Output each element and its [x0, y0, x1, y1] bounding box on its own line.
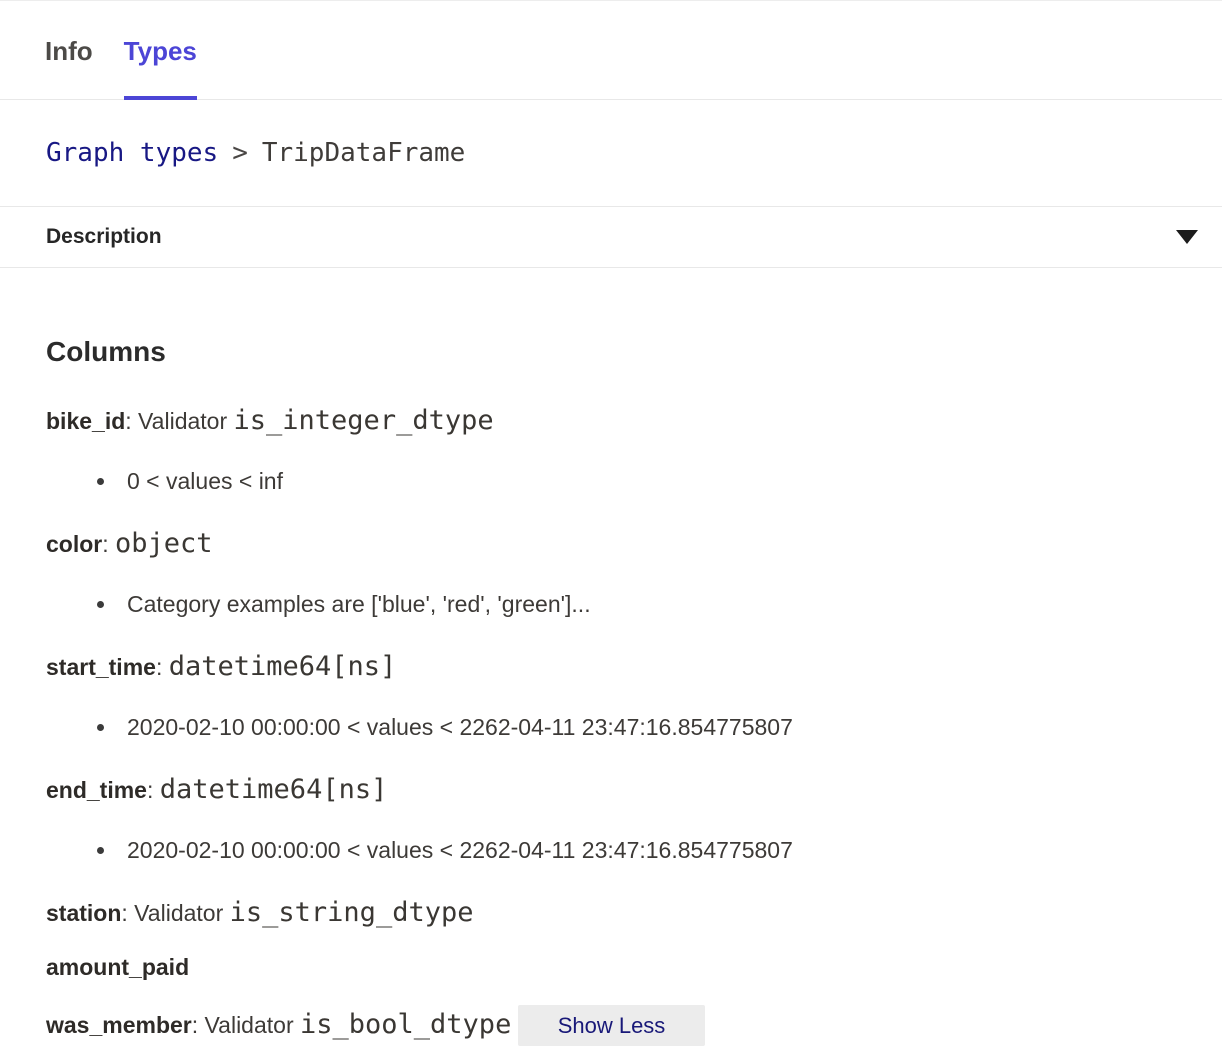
breadcrumb-link-graph-types[interactable]: Graph types [46, 138, 218, 168]
tab-bar: Info Types [0, 1, 1222, 100]
bullet-text: 0 < values < inf [127, 466, 283, 496]
column-prefix: : [147, 777, 160, 803]
column-dtype-code: is_bool_dtype [300, 1009, 511, 1040]
column-dtype-code: datetime64[ns] [169, 651, 397, 682]
column-constraint-bullet: Category examples are ['blue', 'red', 'g… [46, 589, 1176, 619]
column-entry-line: amount_paid [46, 952, 1176, 982]
column-bullets: Category examples are ['blue', 'red', 'g… [46, 589, 1176, 619]
column-name: station [46, 900, 121, 926]
bullet-dot [97, 478, 104, 485]
column-entry-line: start_time: datetime64[ns] [46, 652, 1176, 682]
column-prefix: : Validator [125, 408, 233, 434]
column-prefix: : Validator [192, 1012, 300, 1038]
column-name: bike_id [46, 408, 125, 434]
column-name: was_member [46, 1012, 192, 1038]
bullet-text: 2020-02-10 00:00:00 < values < 2262-04-1… [127, 712, 793, 742]
columns-list: bike_id: Validator is_integer_dtype 0 < … [46, 406, 1176, 1040]
description-title: Description [46, 225, 162, 249]
column-dtype-code: datetime64[ns] [160, 774, 388, 805]
chevron-down-icon [1176, 230, 1198, 244]
column-dtype-code: is_string_dtype [230, 897, 474, 928]
column-name: amount_paid [46, 954, 189, 980]
column-bullets: 0 < values < inf [46, 466, 1176, 496]
show-less-button[interactable]: Show Less [518, 1005, 705, 1046]
column-entry: station: Validator is_string_dtype [46, 898, 1176, 928]
docs-page: Info Types Graph types > TripDataFrame D… [0, 0, 1222, 1062]
bullet-dot [97, 724, 104, 731]
column-entry: bike_id: Validator is_integer_dtype 0 < … [46, 406, 1176, 496]
column-entry: color: object Category examples are ['bl… [46, 529, 1176, 619]
breadcrumb-separator: > [232, 138, 248, 168]
bullet-text: 2020-02-10 00:00:00 < values < 2262-04-1… [127, 835, 793, 865]
tab-types[interactable]: Types [124, 1, 197, 99]
column-constraint-bullet: 2020-02-10 00:00:00 < values < 2262-04-1… [46, 712, 1176, 742]
column-bullets: 2020-02-10 00:00:00 < values < 2262-04-1… [46, 835, 1176, 865]
column-entry: end_time: datetime64[ns] 2020-02-10 00:0… [46, 775, 1176, 865]
column-name: start_time [46, 654, 156, 680]
columns-section: Columns bike_id: Validator is_integer_dt… [0, 336, 1222, 1040]
column-entry-line: end_time: datetime64[ns] [46, 775, 1176, 805]
bullet-dot [97, 601, 104, 608]
tab-info[interactable]: Info [45, 1, 93, 99]
column-prefix: : Validator [121, 900, 229, 926]
column-prefix: : [102, 531, 115, 557]
columns-heading: Columns [46, 336, 1176, 368]
breadcrumb: Graph types > TripDataFrame [0, 100, 1222, 207]
column-constraint-bullet: 2020-02-10 00:00:00 < values < 2262-04-1… [46, 835, 1176, 865]
bullet-dot [97, 847, 104, 854]
column-entry-line: color: object [46, 529, 1176, 559]
column-entry: amount_paid [46, 952, 1176, 982]
column-bullets: 2020-02-10 00:00:00 < values < 2262-04-1… [46, 712, 1176, 742]
column-dtype-code: object [115, 528, 213, 559]
column-name: color [46, 531, 102, 557]
bullet-text: Category examples are ['blue', 'red', 'g… [127, 589, 591, 619]
description-accordion-header[interactable]: Description [0, 207, 1222, 268]
column-entry: start_time: datetime64[ns] 2020-02-10 00… [46, 652, 1176, 742]
column-constraint-bullet: 0 < values < inf [46, 466, 1176, 496]
column-entry-line: station: Validator is_string_dtype [46, 898, 1176, 928]
column-name: end_time [46, 777, 147, 803]
breadcrumb-current: TripDataFrame [262, 138, 466, 168]
column-dtype-code: is_integer_dtype [234, 405, 494, 436]
column-prefix: : [156, 654, 169, 680]
column-entry-line: bike_id: Validator is_integer_dtype [46, 406, 1176, 436]
